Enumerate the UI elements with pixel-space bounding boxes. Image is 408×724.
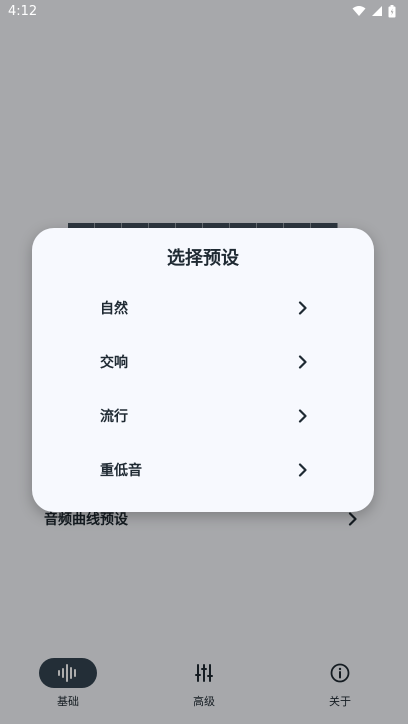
chevron-right-icon	[296, 409, 310, 423]
dialog-title: 选择预设	[167, 248, 239, 269]
preset-option-bass-boost[interactable]: 重低音	[100, 450, 310, 490]
battery-icon	[388, 4, 396, 17]
option-label: 流行	[100, 409, 128, 425]
status-icons	[352, 4, 396, 18]
select-preset-dialog: 选择预设 自然 交响 流行 重低音	[32, 228, 374, 512]
wifi-icon	[352, 6, 366, 16]
option-label: 交响	[100, 355, 128, 371]
signal-icon	[372, 6, 382, 16]
preset-option-symphony[interactable]: 交响	[100, 342, 310, 382]
chevron-right-icon	[296, 355, 310, 369]
status-bar: 4:12	[0, 0, 408, 22]
chevron-right-icon	[296, 463, 310, 477]
option-label: 自然	[100, 301, 128, 317]
preset-option-natural[interactable]: 自然	[100, 288, 310, 328]
preset-option-pop[interactable]: 流行	[100, 396, 310, 436]
status-time: 4:12	[8, 3, 38, 19]
option-label: 重低音	[100, 463, 142, 479]
chevron-right-icon	[296, 301, 310, 315]
